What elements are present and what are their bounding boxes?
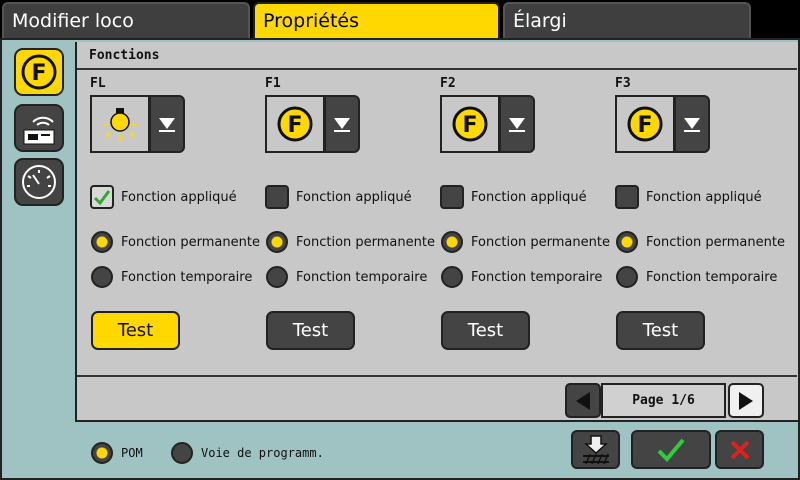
function-icon-box[interactable] bbox=[90, 95, 150, 153]
permanent-radio[interactable] bbox=[441, 231, 463, 253]
function-applied-checkbox[interactable] bbox=[265, 185, 289, 209]
function-f-icon: F bbox=[277, 106, 313, 142]
temporary-radio[interactable] bbox=[91, 266, 113, 288]
confirm-button[interactable] bbox=[631, 430, 711, 469]
function-dropdown-button[interactable] bbox=[324, 95, 360, 153]
chevron-down-icon bbox=[509, 118, 525, 132]
decoder-signal-icon bbox=[23, 116, 55, 145]
function-label: FL bbox=[90, 76, 106, 91]
function-applied-label: Fonction appliqué bbox=[121, 190, 237, 205]
permanent-label: Fonction permanente bbox=[296, 235, 435, 250]
page-indicator: Page 1/6 bbox=[601, 383, 726, 418]
svg-text:F: F bbox=[637, 113, 652, 138]
checkmark-icon bbox=[93, 190, 111, 206]
speedometer-icon bbox=[22, 165, 56, 199]
test-button[interactable]: Test bbox=[91, 311, 180, 350]
track-read-icon bbox=[582, 434, 609, 464]
temporary-radio[interactable] bbox=[616, 266, 638, 288]
function-applied-label: Fonction appliqué bbox=[471, 190, 587, 205]
permanent-label: Fonction permanente bbox=[471, 235, 610, 250]
function-label: F3 bbox=[615, 76, 631, 91]
function-applied-checkbox[interactable] bbox=[615, 185, 639, 209]
test-button[interactable]: Test bbox=[616, 311, 705, 350]
arrow-left-icon bbox=[576, 391, 590, 410]
function-f-icon: F bbox=[627, 106, 663, 142]
programming-track-label: Voie de programm. bbox=[201, 446, 324, 460]
function-icon-box[interactable]: F bbox=[440, 95, 500, 153]
tab-elargi[interactable]: Élargi bbox=[503, 2, 751, 38]
function-icon-box[interactable]: F bbox=[615, 95, 675, 153]
sidebar-decoder-button[interactable] bbox=[14, 104, 64, 152]
permanent-radio[interactable] bbox=[616, 231, 638, 253]
function-label: F2 bbox=[440, 76, 456, 91]
function-applied-checkbox[interactable] bbox=[440, 185, 464, 209]
temporary-label: Fonction temporaire bbox=[296, 270, 428, 285]
function-f-icon: F bbox=[452, 106, 488, 142]
temporary-label: Fonction temporaire bbox=[646, 270, 778, 285]
function-f-icon: F bbox=[21, 54, 57, 90]
function-dropdown-button[interactable] bbox=[674, 95, 710, 153]
permanent-label: Fonction permanente bbox=[121, 235, 260, 250]
function-applied-label: Fonction appliqué bbox=[296, 190, 412, 205]
section-title: Fonctions bbox=[89, 48, 160, 63]
chevron-down-icon bbox=[334, 118, 350, 132]
permanent-label: Fonction permanente bbox=[646, 235, 785, 250]
chevron-down-icon bbox=[159, 118, 175, 132]
close-icon bbox=[730, 440, 749, 459]
cancel-button[interactable] bbox=[715, 430, 764, 469]
function-applied-label: Fonction appliqué bbox=[646, 190, 762, 205]
svg-text:F: F bbox=[31, 61, 46, 86]
function-icon-box[interactable]: F bbox=[265, 95, 325, 153]
chevron-down-icon bbox=[684, 118, 700, 132]
next-page-button[interactable] bbox=[728, 383, 764, 418]
function-dropdown-button[interactable] bbox=[149, 95, 185, 153]
tab-label: Modifier loco bbox=[12, 10, 134, 32]
permanent-radio[interactable] bbox=[91, 231, 113, 253]
permanent-radio[interactable] bbox=[266, 231, 288, 253]
sidebar-speedometer-button[interactable] bbox=[14, 158, 64, 206]
divider bbox=[77, 68, 797, 70]
pom-radio[interactable] bbox=[91, 442, 113, 464]
previous-page-button[interactable] bbox=[565, 383, 601, 418]
checkmark-icon bbox=[657, 438, 685, 462]
divider bbox=[77, 375, 797, 377]
temporary-label: Fonction temporaire bbox=[121, 270, 253, 285]
test-button[interactable]: Test bbox=[266, 311, 355, 350]
read-decoder-button[interactable] bbox=[571, 430, 620, 469]
tab-proprietes[interactable]: Propriétés bbox=[253, 2, 500, 38]
tab-label: Élargi bbox=[513, 10, 567, 32]
svg-text:F: F bbox=[462, 113, 477, 138]
tab-label: Propriétés bbox=[263, 10, 360, 32]
tab-modifier-loco[interactable]: Modifier loco bbox=[2, 2, 250, 38]
function-label: F1 bbox=[265, 76, 281, 91]
programming-track-radio[interactable] bbox=[171, 442, 193, 464]
arrow-right-icon bbox=[739, 391, 753, 410]
function-applied-checkbox[interactable] bbox=[90, 185, 114, 209]
function-dropdown-button[interactable] bbox=[499, 95, 535, 153]
temporary-label: Fonction temporaire bbox=[471, 270, 603, 285]
temporary-radio[interactable] bbox=[266, 266, 288, 288]
lightbulb-icon bbox=[102, 108, 138, 141]
test-button[interactable]: Test bbox=[441, 311, 530, 350]
temporary-radio[interactable] bbox=[441, 266, 463, 288]
pom-label: POM bbox=[121, 446, 143, 460]
svg-text:F: F bbox=[287, 113, 302, 138]
sidebar-functions-button[interactable]: F bbox=[14, 48, 64, 96]
